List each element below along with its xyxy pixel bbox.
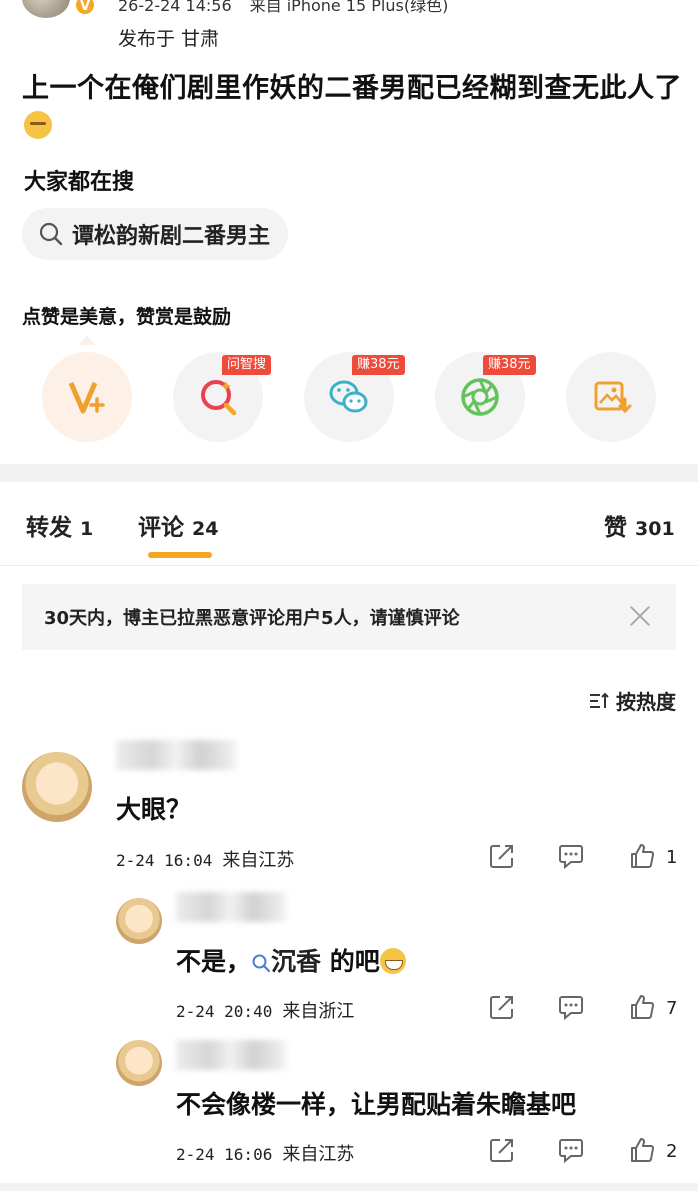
reply-button[interactable] [557, 1136, 585, 1164]
reply-meta: 2-24 20:40 来自浙江 [176, 997, 354, 1023]
commenter-name-blurred[interactable] [116, 740, 236, 770]
comment-icon [559, 845, 583, 870]
reply-location: 来自浙江 [282, 1001, 355, 1022]
topic-link-text: 沉香 [271, 947, 322, 976]
reply-avatar[interactable] [116, 1040, 162, 1086]
reply-text: 不是， 沉香 的吧 [176, 942, 406, 978]
like-button[interactable] [628, 842, 656, 870]
comment-time: 2-24 16:04 [116, 851, 213, 870]
tab-comments[interactable]: 评论 24 [138, 508, 218, 542]
share-icon [490, 1139, 513, 1162]
moments-icon [461, 378, 499, 416]
like-count: 2 [666, 1141, 678, 1162]
reply-button[interactable] [557, 993, 585, 1021]
tab-repost[interactable]: 转发 1 [26, 508, 93, 542]
tab-separator [0, 565, 698, 566]
ai-search-icon [201, 380, 237, 416]
reply-avatar[interactable] [116, 898, 162, 944]
thumbs-up-icon [631, 844, 655, 868]
thumbs-up-icon [631, 1138, 655, 1162]
search-icon [252, 954, 271, 973]
comment-meta: 2-24 16:04 来自江苏 [116, 846, 294, 872]
sort-label: 按热度 [616, 690, 676, 714]
share-icon [490, 845, 513, 868]
thinking-face-emoji-icon [24, 111, 52, 139]
bottom-divider [0, 1183, 698, 1191]
post-meta: 26-2-24 14:56 来自 iPhone 15 Plus(绿色) [118, 0, 466, 16]
comment-icon [559, 1139, 583, 1164]
notice-text: 30天内，博主已拉黑恶意评论用户5人，请谨慎评论 [44, 608, 460, 629]
post-text-content: 上一个在俺们剧里作妖的二番男配已经糊到查无此人了 [22, 73, 682, 104]
reply-time: 2-24 16:06 [176, 1145, 273, 1164]
like-count: 7 [666, 998, 678, 1019]
share-button[interactable] [488, 842, 516, 870]
trending-label: 大家都在搜 [24, 170, 135, 195]
reply-text-prefix: 不是， [176, 947, 252, 976]
search-icon [39, 222, 63, 246]
save-image-icon [594, 381, 632, 414]
publish-location: 发布于 甘肃 [118, 28, 220, 50]
verified-badge-icon: V [74, 0, 96, 16]
vplus-button[interactable] [42, 352, 132, 442]
reply-text-suffix: 的吧 [321, 947, 380, 976]
moderation-notice: 30天内，博主已拉黑恶意评论用户5人，请谨慎评论 [22, 584, 676, 650]
reply-name-blurred[interactable] [176, 1040, 286, 1070]
topic-link[interactable]: 沉香 [251, 947, 321, 976]
wechat-tag: 赚38元 [352, 355, 405, 375]
section-divider [0, 464, 698, 482]
vplus-icon [68, 382, 105, 414]
comment-icon [559, 996, 583, 1021]
trending-search-chip[interactable]: 谭松韵新剧二番男主 [22, 208, 289, 260]
comment-location: 来自江苏 [222, 850, 295, 871]
reward-hint: 点赞是美意，赞赏是鼓励 [22, 306, 232, 328]
tab-likes-label: 赞 [604, 515, 627, 541]
trending-query: 谭松韵新剧二番男主 [72, 224, 271, 249]
like-button[interactable] [628, 1136, 656, 1164]
post-source: 来自 iPhone 15 Plus(绿色) [249, 0, 449, 15]
tab-comments-count: 24 [192, 518, 219, 540]
tab-repost-count: 1 [80, 518, 94, 540]
post-date: 26-2-24 14:56 [118, 0, 232, 15]
tab-likes-count: 301 [635, 518, 675, 540]
ai-search-tag: 问智搜 [222, 355, 272, 375]
reply-meta: 2-24 16:06 来自江苏 [176, 1140, 354, 1166]
post-text: 上一个在俺们剧里作妖的二番男配已经糊到查无此人了 [22, 70, 682, 146]
tab-comments-label: 评论 [138, 515, 184, 541]
sort-icon [590, 692, 609, 708]
tab-likes[interactable]: 赞 301 [604, 508, 675, 542]
like-button[interactable] [628, 993, 656, 1021]
share-button[interactable] [488, 1136, 516, 1164]
reply-time: 2-24 20:40 [176, 1002, 273, 1021]
sort-button[interactable]: 按热度 [588, 686, 676, 715]
close-icon[interactable] [626, 603, 654, 631]
reply-button[interactable] [557, 842, 585, 870]
tab-repost-label: 转发 [26, 515, 72, 541]
thumbs-up-icon [631, 995, 655, 1019]
author-avatar[interactable] [22, 0, 70, 18]
reply-text: 不会像楼一样，让男配贴着朱瞻基吧 [176, 1090, 577, 1119]
moments-tag: 赚38元 [483, 355, 536, 375]
active-tab-indicator [148, 552, 212, 558]
grinning-emoji-icon [379, 948, 406, 974]
save-image-button[interactable] [566, 352, 656, 442]
share-icon [490, 996, 513, 1019]
reply-location: 来自江苏 [282, 1144, 355, 1165]
comment-text: 大眼？ [116, 795, 192, 824]
like-count: 1 [666, 847, 678, 868]
reply-name-blurred[interactable] [176, 892, 286, 922]
share-button[interactable] [488, 993, 516, 1021]
wechat-icon [329, 380, 368, 413]
commenter-avatar[interactable] [22, 752, 92, 822]
hint-pointer [78, 336, 96, 345]
